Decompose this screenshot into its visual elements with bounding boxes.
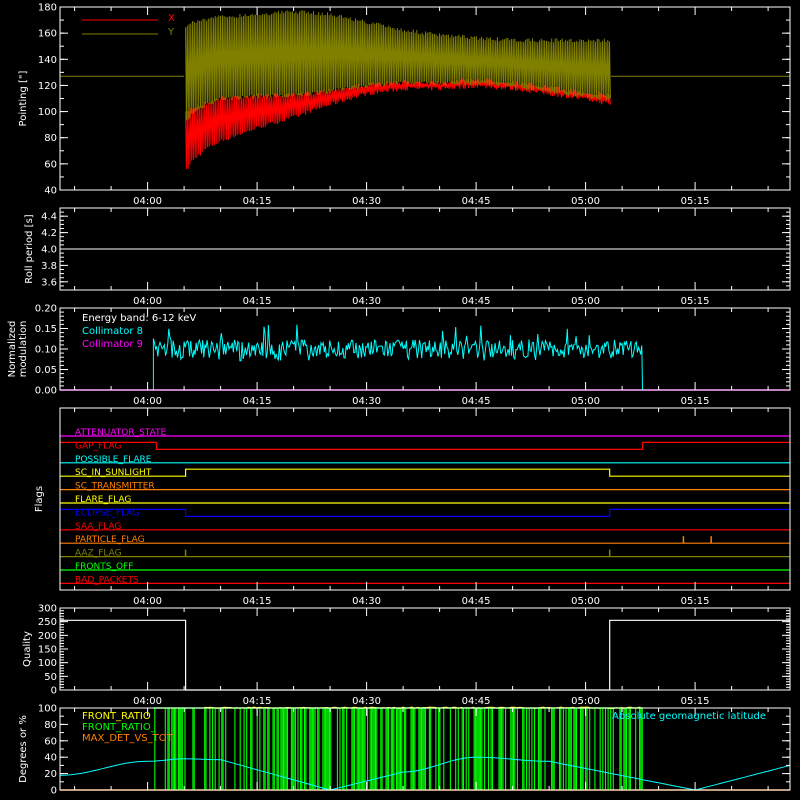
legend-label-y: Y	[167, 27, 175, 38]
x-tick-label: 05:15	[681, 696, 710, 707]
legend-header: Energy band: 6-12 keV	[82, 313, 196, 324]
x-tick-label: 04:15	[243, 296, 272, 307]
y-tick-label: 0	[51, 786, 57, 797]
annotation-geomagnetic-latitude: Absolute geomagnetic latitude	[612, 711, 766, 722]
x-tick-label: 04:45	[462, 296, 491, 307]
y-tick-label: 4.4	[41, 212, 57, 223]
y-tick-label: 50	[44, 672, 57, 683]
x-tick-label: 05:00	[571, 596, 600, 607]
y-tick-label: 160	[38, 29, 57, 40]
x-tick-label: 04:00	[133, 196, 162, 207]
x-tick-label: 04:15	[243, 696, 272, 707]
x-tick-label: 05:00	[571, 296, 600, 307]
x-tick-label: 05:00	[571, 696, 600, 707]
y-tick-label: 4.0	[41, 245, 57, 256]
x-tick-label: 04:45	[462, 596, 491, 607]
y-tick-label: 0.00	[35, 386, 57, 397]
x-tick-label: 04:30	[352, 296, 381, 307]
y-tick-label: 100	[38, 658, 57, 669]
x-tick-label: 05:15	[681, 396, 710, 407]
x-tick-label: 05:00	[571, 196, 600, 207]
y-tick-label: 60	[44, 736, 57, 747]
legend-label-collimator-9: Collimator 9	[82, 339, 143, 350]
y-axis-label: Degrees or %	[18, 715, 29, 783]
y-axis-label: Flags	[34, 486, 45, 512]
x-tick-label: 05:15	[681, 296, 710, 307]
y-tick-label: 0.10	[35, 345, 57, 356]
y-tick-label: 120	[38, 81, 57, 92]
x-tick-label: 04:00	[133, 596, 162, 607]
multi-panel-figure: 04:00 04:15 04:30 04:45 05:00 05:15 40 60 80 100 1…	[0, 0, 800, 800]
y-tick-label: 300	[38, 604, 57, 615]
x-tick-label: 04:30	[352, 596, 381, 607]
y-axis-label: modulation	[18, 321, 29, 378]
x-tick-label: 04:15	[243, 196, 272, 207]
flag-flare-flag-label: FLARE_FLAG	[75, 495, 131, 505]
flag-particle-flag-label: PARTICLE_FLAG	[75, 535, 145, 545]
x-tick-label: 04:15	[243, 396, 272, 407]
y-axis-label: Normalized	[7, 321, 18, 378]
y-tick-label: 0.15	[35, 324, 57, 335]
y-tick-label: 0	[51, 686, 57, 697]
y-axis-label: Pointing ["]	[18, 70, 29, 126]
x-tick-label: 04:30	[352, 696, 381, 707]
x-tick-label: 04:30	[352, 396, 381, 407]
flag-bad-packets-label: BAD_PACKETS	[75, 575, 139, 585]
y-tick-label: 80	[44, 720, 57, 731]
y-tick-label: 150	[38, 645, 57, 656]
y-tick-label: 40	[44, 753, 57, 764]
y-tick-label: 20	[44, 769, 57, 780]
x-tick-label: 04:30	[352, 196, 381, 207]
y-tick-label: 180	[38, 3, 57, 14]
y-tick-label: 80	[44, 133, 57, 144]
flag-sc-transmitter-label: SC_TRANSMITTER	[75, 482, 155, 492]
legend-label-front-ratio: FRONT_RATIO	[82, 711, 151, 722]
y-axis-label: Quality	[22, 631, 33, 667]
flag-gap-flag-label: GAP_FLAG	[75, 441, 121, 451]
y-axis-label: Roll period [s]	[24, 214, 35, 283]
y-tick-label: 140	[38, 55, 57, 66]
y-tick-label: 60	[44, 159, 57, 170]
x-tick-label: 05:15	[681, 596, 710, 607]
y-tick-label: 4.2	[41, 228, 57, 239]
flag-sc-in-sunlight-label: SC_IN_SUNLIGHT	[75, 468, 152, 478]
y-tick-label: 100	[38, 704, 57, 715]
x-tick-label: 04:45	[462, 696, 491, 707]
x-tick-label: 04:00	[133, 396, 162, 407]
flag-fronts-off-label: FRONTS_OFF	[75, 562, 133, 572]
flag-aaz-flag-label: AAZ_FLAG	[75, 549, 122, 559]
x-tick-label: 04:45	[462, 396, 491, 407]
y-tick-label: 3.8	[41, 261, 57, 272]
y-tick-label: 40	[44, 186, 57, 197]
legend-label-front-ratio-green: FRONT_RATIO_	[82, 722, 157, 733]
y-tick-label: 250	[38, 617, 57, 628]
y-tick-label: 100	[38, 107, 57, 118]
y-tick-label: 3.6	[41, 277, 57, 288]
x-tick-label: 05:00	[571, 396, 600, 407]
x-tick-label: 05:15	[681, 196, 710, 207]
legend-label-x: X	[168, 13, 175, 24]
y-tick-label: 200	[38, 631, 57, 642]
y-tick-label: 0.05	[35, 365, 57, 376]
x-tick-label: 04:00	[133, 296, 162, 307]
flag-possible-flare-label: POSSIBLE_FLARE	[75, 455, 152, 465]
x-tick-label: 04:15	[243, 596, 272, 607]
flag-eclipse-flag-label: ECLIPSE_FLAG	[75, 508, 139, 518]
y-tick-label: 0.20	[35, 304, 57, 315]
x-tick-label: 04:00	[133, 696, 162, 707]
flag-attenuator-state-label: ATTENUATOR_STATE	[75, 428, 167, 438]
legend-label-max-det-vs-tot: MAX_DET_VS_TOT	[82, 733, 174, 744]
flag-saa-flag-label: SAA_FLAG	[75, 522, 121, 532]
legend-label-collimator-8: Collimator 8	[82, 326, 143, 337]
x-tick-label: 04:45	[462, 196, 491, 207]
